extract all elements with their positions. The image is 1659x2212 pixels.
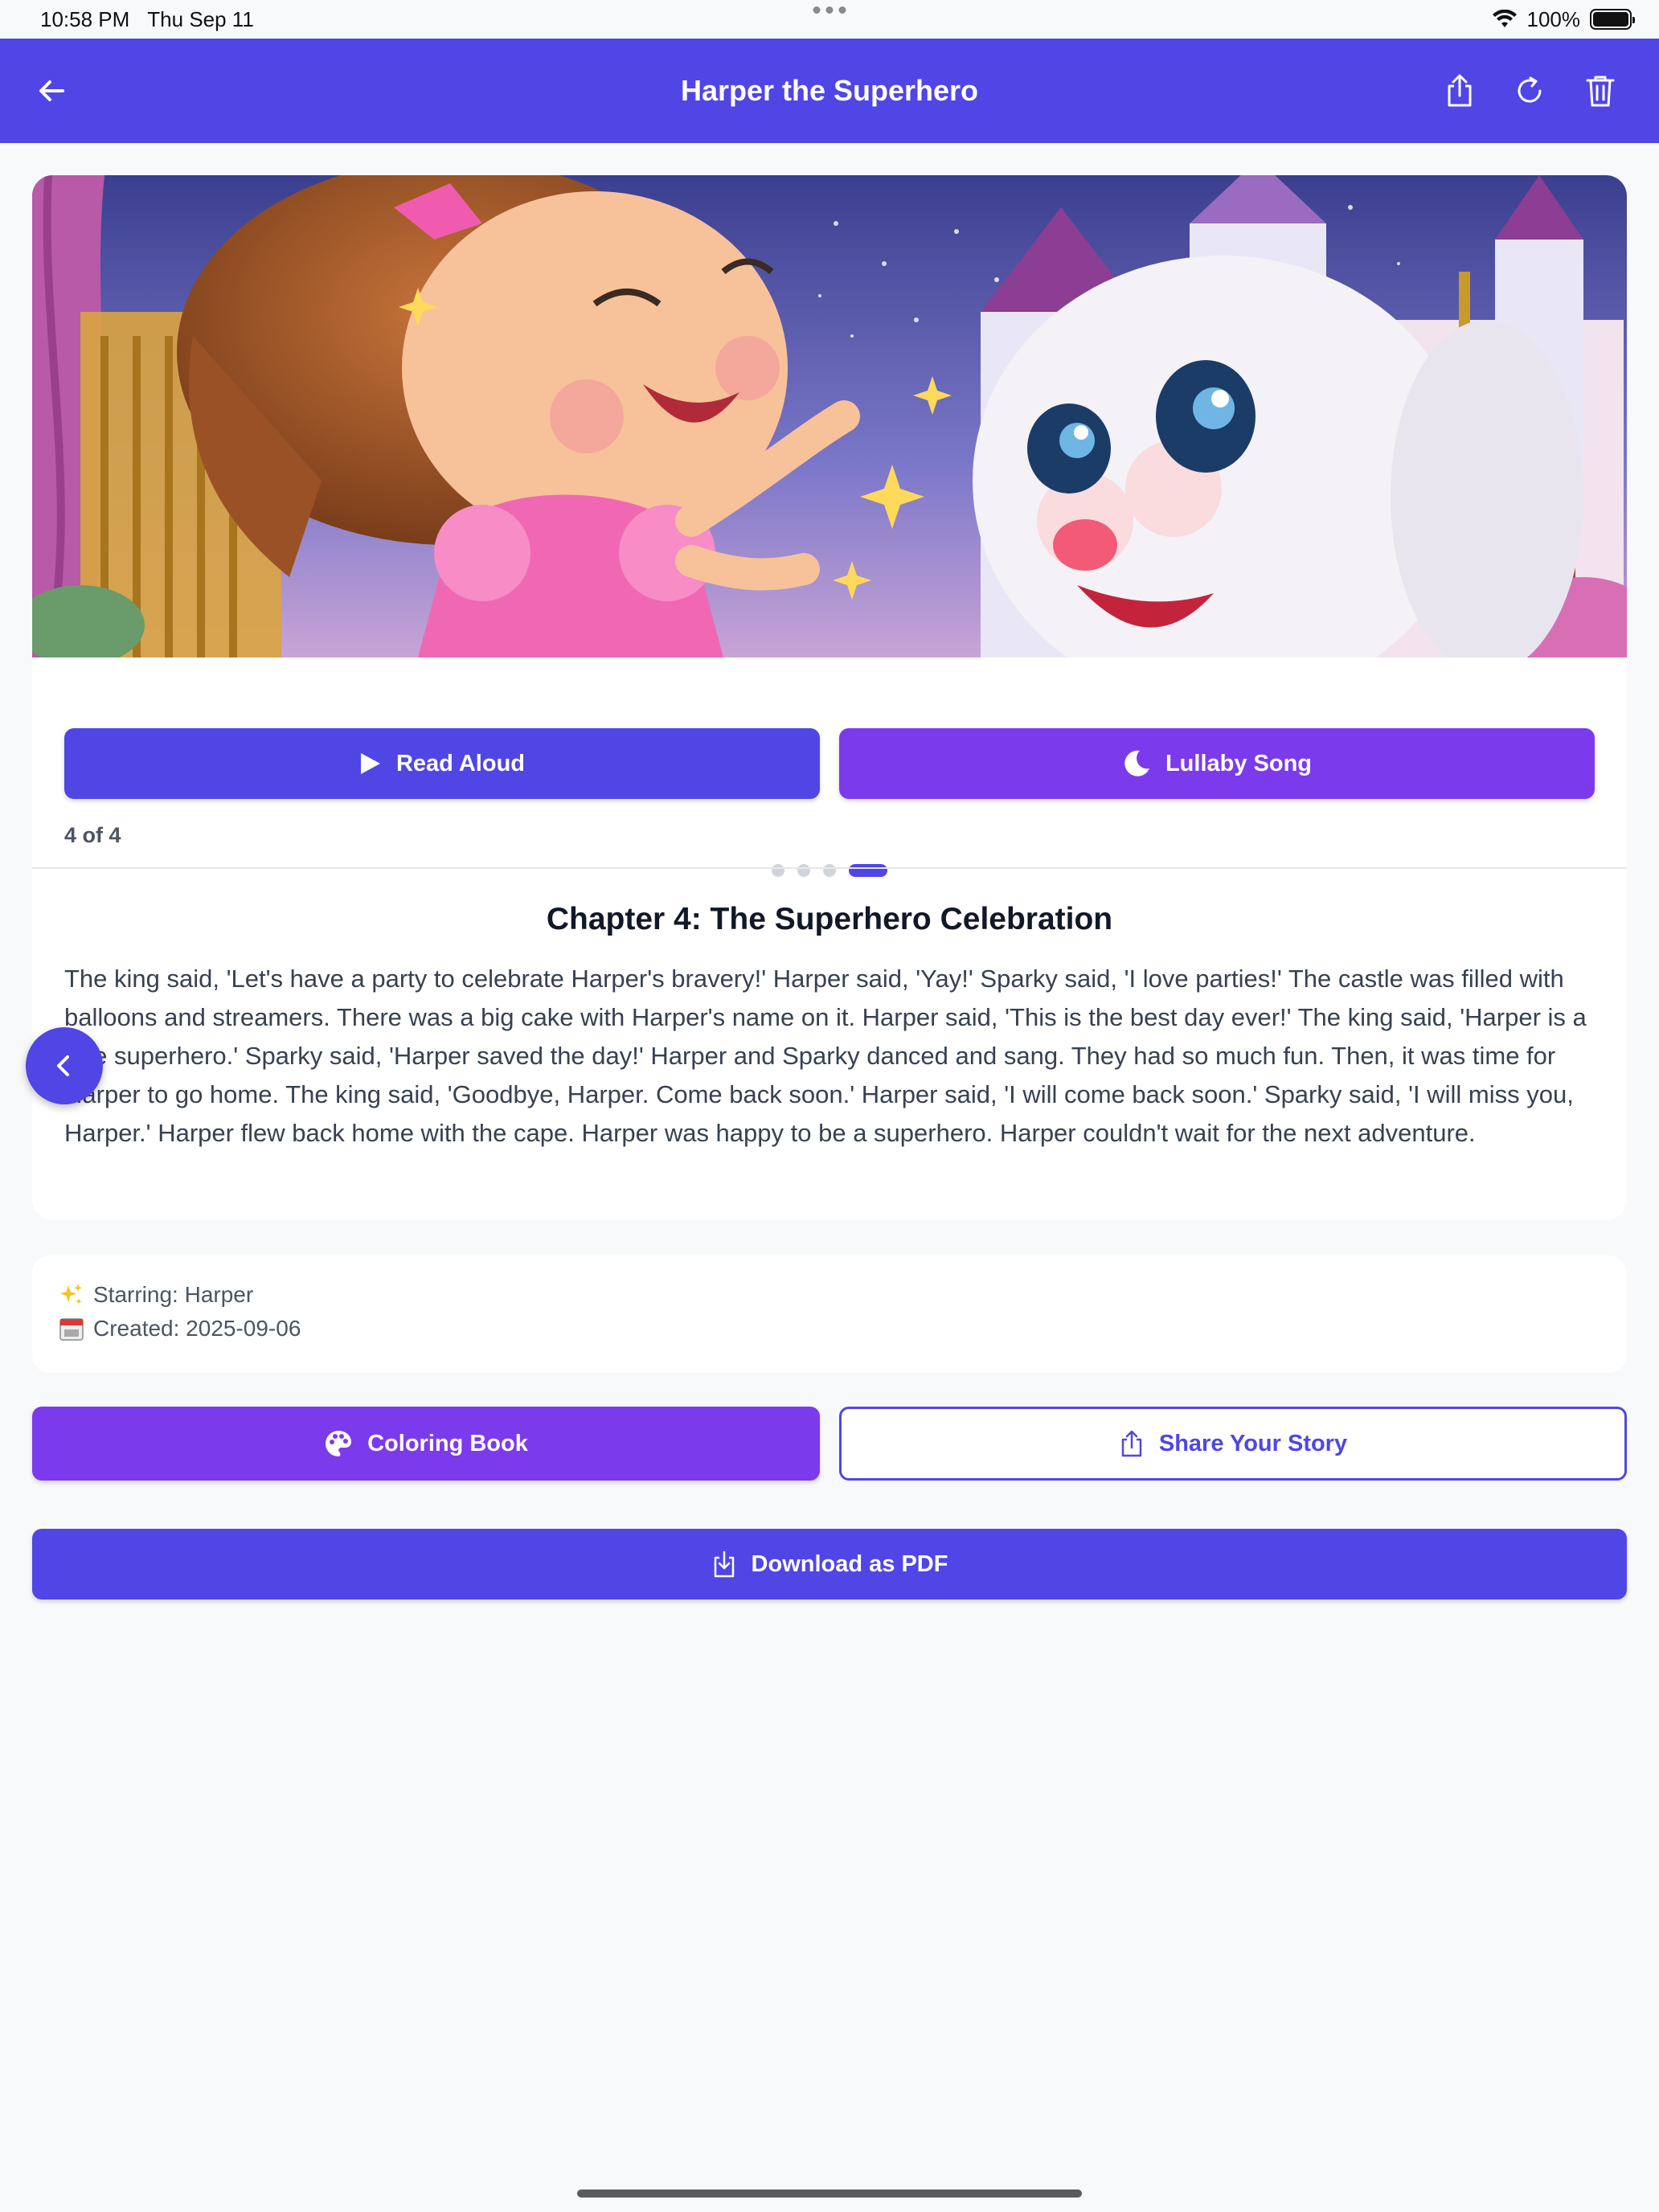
- coloring-book-label: Coloring Book: [367, 1430, 528, 1456]
- page-dot[interactable]: [772, 864, 784, 877]
- moon-icon: [1124, 750, 1149, 776]
- read-aloud-label: Read Aloud: [395, 750, 526, 776]
- back-button[interactable]: [27, 67, 76, 115]
- page-dot[interactable]: [797, 864, 810, 877]
- wifi-icon: [1492, 10, 1517, 27]
- trash-icon: [1586, 76, 1615, 107]
- created-text: Created: 2025-09-06: [93, 1316, 301, 1341]
- battery-percent: 100%: [1526, 6, 1581, 31]
- page-dots: [32, 864, 1627, 877]
- status-time: 10:58 PM: [40, 6, 130, 31]
- download-pdf-label: Download as PDF: [751, 1550, 948, 1577]
- regenerate-button[interactable]: [1505, 67, 1554, 115]
- delete-button[interactable]: [1576, 67, 1624, 115]
- page-indicator: 4 of 4: [64, 823, 121, 847]
- coloring-book-button[interactable]: Coloring Book: [32, 1407, 820, 1481]
- share-icon: [1121, 1430, 1142, 1457]
- share-story-label: Share Your Story: [1158, 1430, 1348, 1456]
- status-date: Thu Sep 11: [147, 6, 254, 31]
- starring-text: Starring: Harper: [93, 1282, 254, 1307]
- multitasking-dots-icon[interactable]: [813, 6, 846, 14]
- play-icon: [360, 753, 380, 774]
- chevron-left-icon: [57, 1055, 69, 1076]
- page-dot[interactable]: [823, 864, 836, 877]
- lullaby-song-button[interactable]: Lullaby Song: [839, 728, 1595, 799]
- story-page-card: Read Aloud Lullaby Song 4 of 4 Chapter 4…: [32, 175, 1627, 1220]
- divider: [32, 867, 1627, 869]
- calendar-icon: [58, 1315, 85, 1342]
- lullaby-label: Lullaby Song: [1165, 750, 1313, 776]
- starring-row: Starring: Harper: [58, 1278, 1601, 1312]
- page-title: Harper the Superhero: [680, 74, 979, 107]
- previous-page-button[interactable]: [26, 1027, 103, 1104]
- home-indicator[interactable]: [577, 2189, 1082, 2198]
- refresh-icon: [1518, 76, 1542, 103]
- share-icon: [1448, 74, 1472, 107]
- battery-icon: [1590, 9, 1635, 30]
- story-info-card: Starring: Harper Created: 2025-09-06: [32, 1256, 1627, 1373]
- share-story-button[interactable]: Share Your Story: [839, 1407, 1627, 1481]
- chapter-title: Chapter 4: The Superhero Celebration: [546, 902, 1113, 936]
- back-arrow-icon: [39, 80, 64, 101]
- created-row: Created: 2025-09-06: [58, 1312, 1601, 1346]
- read-aloud-button[interactable]: Read Aloud: [64, 728, 820, 799]
- palette-icon: [326, 1431, 352, 1456]
- page-dot-active[interactable]: [849, 864, 887, 877]
- story-illustration[interactable]: [32, 175, 1627, 657]
- status-bar: 10:58 PM Thu Sep 11 100%: [0, 0, 1659, 39]
- sparkles-icon: [58, 1281, 85, 1309]
- download-pdf-button[interactable]: Download as PDF: [32, 1529, 1627, 1600]
- download-icon: [714, 1550, 734, 1578]
- share-button[interactable]: [1436, 67, 1484, 115]
- chapter-text: The king said, 'Let's have a party to ce…: [64, 965, 1587, 1147]
- app-header: Harper the Superhero: [0, 39, 1659, 143]
